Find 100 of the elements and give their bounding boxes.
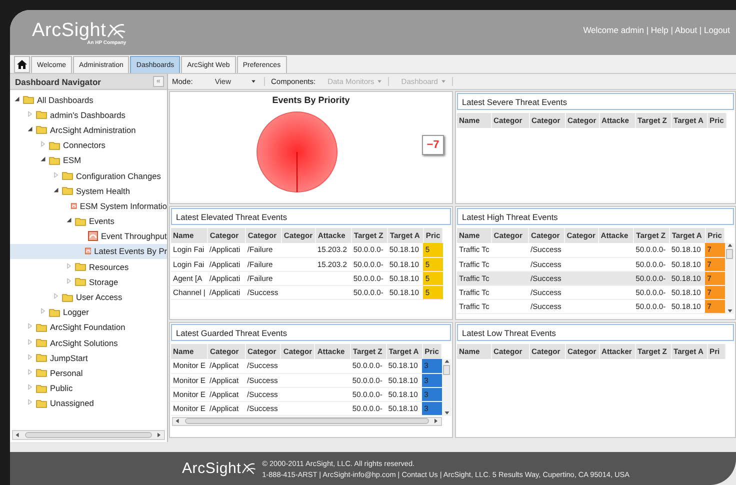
scroll-down-arrow-icon[interactable] [726,308,733,314]
tree-item[interactable]: Connectors [10,138,167,153]
folder-icon [36,125,47,134]
expand-arrow-icon[interactable] [27,110,33,117]
panel-title: Latest Elevated Threat Events [171,208,451,225]
folder-icon [75,277,86,286]
panel-title: Latest High Threat Events [457,208,734,225]
tree-item[interactable]: admin's Dashboards [10,107,167,122]
tree-item-label: Public [50,383,73,394]
dashboard-icon [88,231,98,242]
folder-icon [36,110,47,120]
folder-icon [36,322,47,332]
panel-title: Latest Low Threat Events [457,324,734,341]
tree-item[interactable]: Latest Events By Pr [10,244,167,260]
tree-item-label: Logger [63,307,89,318]
collapse-arrow-icon[interactable] [53,186,59,193]
tree-item[interactable]: Resources [10,259,167,274]
expand-arrow-icon[interactable] [66,262,72,269]
scroll-up-arrow-icon[interactable] [444,359,450,365]
tree-item[interactable]: ESM System Informatio [10,198,167,214]
folder-icon [75,262,86,272]
collapse-arrow-icon[interactable] [40,156,46,162]
scrollbar-thumb[interactable] [726,249,734,259]
tree-item-label: ESM System Informatio [80,200,167,211]
tree-item-label: Storage [89,276,118,287]
logo-text: ArcSight [32,20,106,40]
tree-item-label: System Health [76,186,130,196]
expand-arrow-icon[interactable] [53,293,59,300]
scroll-left-arrow-icon[interactable] [15,432,21,438]
expand-arrow-icon[interactable] [40,141,46,148]
tree-item[interactable]: Configuration Changes [10,168,167,184]
expand-arrow-icon[interactable] [27,384,33,390]
tree-item-label: JumpStart [50,352,88,363]
tree-item-label: ArcSight Solutions [50,338,118,348]
tree-item[interactable]: Event Throughput [10,228,167,244]
tree-item[interactable]: ArcSight Administration [10,122,167,138]
expand-arrow-icon[interactable] [27,399,33,406]
tree-item-label: Events [89,216,114,226]
tree-item[interactable]: ESM [10,152,167,168]
expand-arrow-icon[interactable] [27,323,33,330]
panel-title: Latest Guarded Threat Events [171,324,451,341]
collapse-arrow-icon[interactable] [14,96,20,102]
folder-icon [36,368,47,378]
vertical-scrollbar[interactable] [725,243,734,314]
collapse-arrow-icon[interactable] [66,217,72,224]
scroll-down-arrow-icon[interactable] [444,410,450,416]
expand-arrow-icon[interactable] [27,368,33,375]
folder-icon [49,308,60,317]
chart-callout: −7 [422,135,444,155]
tree-item-label: Resources [89,262,129,272]
tree-item-label: Unassigned [50,398,94,408]
folder-icon [36,384,47,393]
folder-icon [62,171,73,180]
horizontal-scrollbar[interactable] [172,416,442,426]
scroll-right-arrow-icon[interactable] [433,418,439,424]
logo-mark-icon [241,461,256,476]
footer-logo-text: ArcSight [182,460,242,477]
folder-icon [36,398,47,408]
tree-item[interactable]: Unassigned [10,396,167,411]
vertical-scrollbar[interactable] [442,359,451,416]
tree-item[interactable]: System Health [10,183,167,198]
tree-item[interactable]: Events [10,214,167,229]
tree-item-label: ESM [63,155,81,166]
panel-title: Latest Severe Threat Events [457,93,734,110]
tree-item-label: All Dashboards [37,94,94,105]
expand-arrow-icon[interactable] [27,354,33,360]
expand-arrow-icon[interactable] [27,338,33,345]
folder-icon [36,353,47,362]
tree-item-label: User Access [76,292,122,302]
expand-arrow-icon[interactable] [40,308,46,314]
scrollbar-thumb[interactable] [443,365,450,375]
tree-item-label: Personal [50,368,83,378]
chart-title: Events By Priority [271,95,351,105]
dashboard-icon [84,246,92,256]
tree-item[interactable]: ArcSight Foundation [10,320,167,335]
tree-item[interactable]: Personal [10,365,167,381]
horizontal-scrollbar[interactable] [12,430,165,440]
folder-icon [36,338,47,348]
collapse-arrow-icon[interactable] [27,126,33,132]
scroll-up-arrow-icon[interactable] [726,243,733,249]
scroll-left-arrow-icon[interactable] [175,418,181,424]
caret-icon[interactable] [250,79,256,84]
tree-item-label: Event Throughput [101,231,167,242]
folder-icon [49,140,60,150]
expand-arrow-icon[interactable] [53,172,59,178]
scroll-right-arrow-icon[interactable] [156,432,162,438]
tree-item[interactable]: ArcSight Solutions [10,335,167,350]
tree-item[interactable]: Storage [10,274,167,290]
tree-item[interactable]: Public [10,380,167,396]
tree-item[interactable]: Logger [10,304,167,320]
navigator-title: Dashboard Navigator [15,76,101,86]
folder-icon [62,186,73,196]
home-icon [17,60,27,69]
home-button[interactable] [14,56,30,73]
tree-item-label: Connectors [63,140,106,150]
tree-item[interactable]: JumpStart [10,350,167,366]
tree-item[interactable]: User Access [10,289,167,305]
tree-item[interactable]: All Dashboards [10,92,167,108]
folder-icon [49,156,60,165]
expand-arrow-icon[interactable] [66,278,72,284]
